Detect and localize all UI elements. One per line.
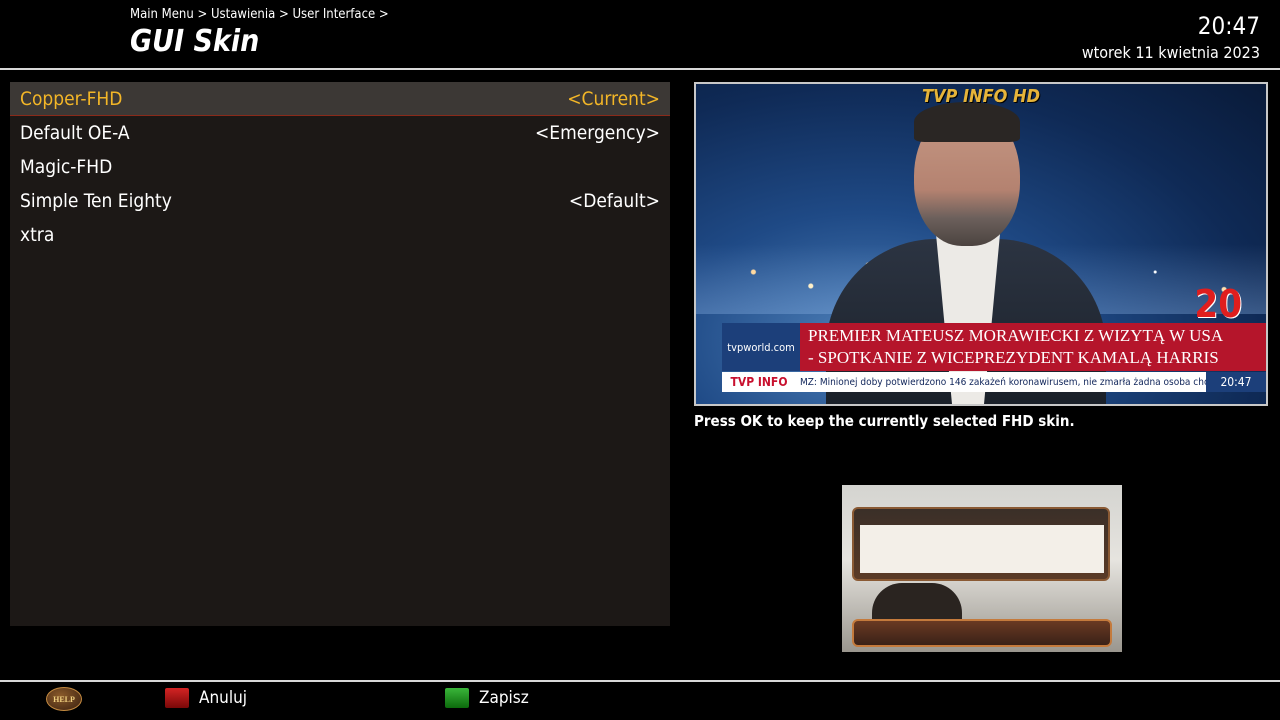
help-button[interactable]: HELP [46,687,82,711]
skin-item-name: Magic-FHD [20,156,113,178]
headline-line-1: PREMIER MATEUSZ MORAWIECKI Z WIZYTĄ W US… [808,326,1224,345]
skin-item-default-oe-a[interactable]: Default OE-A <Emergency> [10,116,670,150]
footer-divider [0,680,1280,682]
skin-preview-thumbnail [842,485,1122,652]
clock-date: wtorek 11 kwietnia 2023 [1081,43,1260,62]
skin-item-magic-fhd[interactable]: Magic-FHD [10,150,670,184]
presenter-hair [914,102,1020,142]
ticker-text: MZ: Minionej doby potwierdzono 146 zakaż… [796,372,1206,392]
page-title: GUI Skin [130,24,260,59]
news-ticker: TVP INFO MZ: Minionej doby potwierdzono … [722,372,1266,392]
ticker-time: 20:47 [1206,372,1266,392]
help-icon-label: HELP [53,694,75,704]
skin-list: Copper-FHD <Current> Default OE-A <Emerg… [10,82,670,626]
skin-item-name: Default OE-A [20,122,130,144]
header-divider [0,68,1280,70]
skin-description: Press OK to keep the currently selected … [694,412,1075,430]
cancel-button[interactable]: Anuluj [199,688,247,708]
green-key-icon[interactable] [445,688,469,708]
skin-item-copper-fhd[interactable]: Copper-FHD <Current> [10,82,670,116]
skin-item-xtra[interactable]: xtra [10,218,670,252]
save-button[interactable]: Zapisz [479,688,529,708]
hour-badge: 20 [1194,282,1242,326]
ticker-logo: TVP INFO [722,372,796,392]
headline-line-2: - SPOTKANIE Z WICEPREZYDENT KAMALĄ HARRI… [808,348,1219,367]
news-headline: PREMIER MATEUSZ MORAWIECKI Z WIZYTĄ W US… [800,323,1266,371]
skin-item-status: <Default> [568,190,660,212]
breadcrumb: Main Menu > Ustawienia > User Interface … [130,7,389,22]
skin-item-name: Copper-FHD [20,87,123,110]
thumbnail-bottombar [852,619,1112,647]
skin-item-name: xtra [20,224,55,246]
thumbnail-figure [872,583,962,623]
clock-time: 20:47 [1197,12,1260,40]
tv-preview: TVP INFO HD 20 tvpworld.com PREMIER MATE… [694,82,1268,406]
skin-item-status: <Emergency> [534,122,660,144]
skin-item-name: Simple Ten Eighty [20,190,172,212]
thumbnail-epg [860,525,1104,573]
channel-logo: TVP INFO HD [921,86,1041,107]
red-key-icon[interactable] [165,688,189,708]
skin-item-simple-ten-eighty[interactable]: Simple Ten Eighty <Default> [10,184,670,218]
site-label: tvpworld.com [722,323,800,371]
skin-item-status: <Current> [567,87,660,110]
news-lower-third: tvpworld.com PREMIER MATEUSZ MORAWIECKI … [722,323,1266,371]
